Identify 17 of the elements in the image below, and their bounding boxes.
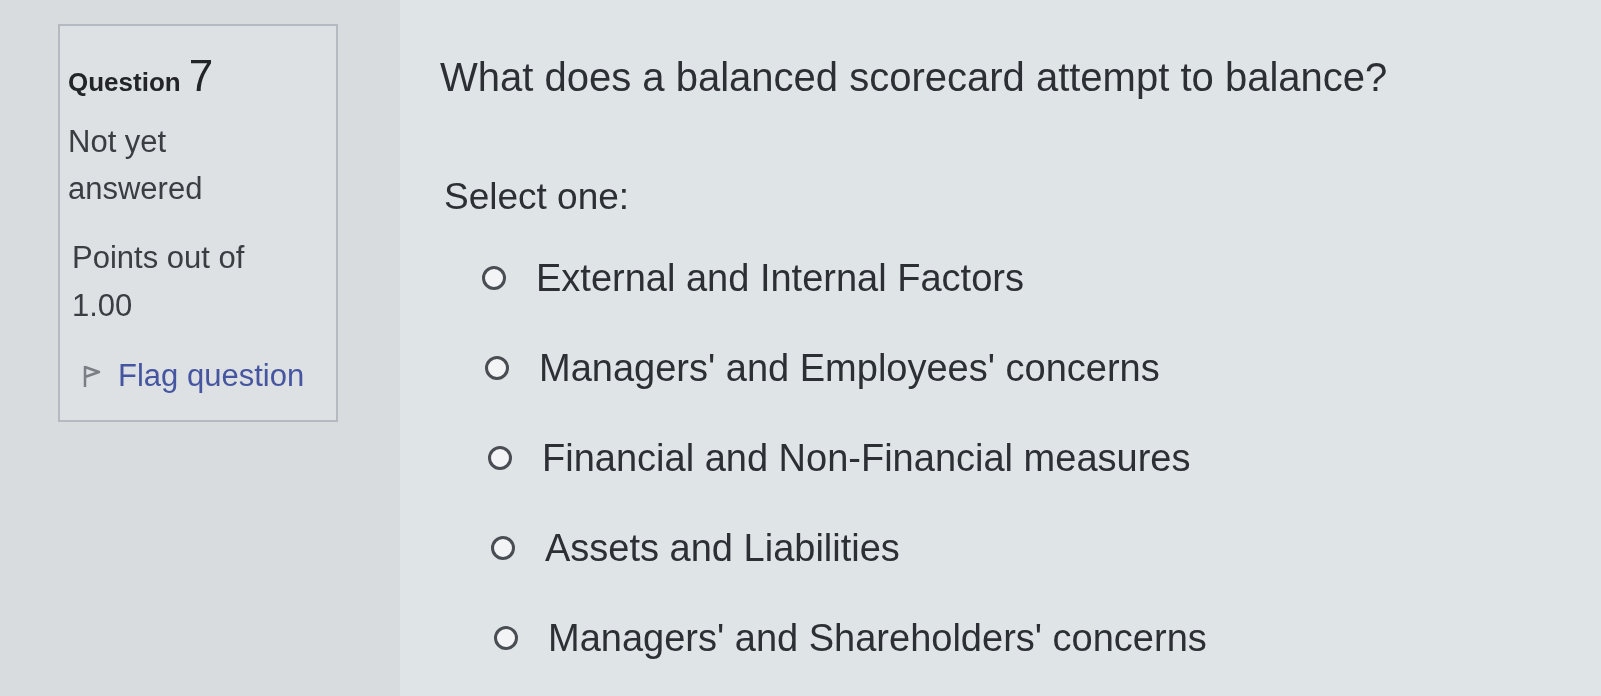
answer-option-label[interactable]: External and Internal Factors xyxy=(536,253,1024,303)
answer-option-label[interactable]: Financial and Non-Financial measures xyxy=(542,433,1191,483)
radio-button[interactable] xyxy=(482,266,506,290)
question-status: Not yet answered xyxy=(68,123,204,208)
radio-button[interactable] xyxy=(485,356,509,380)
answer-option-label[interactable]: Managers' and Employees' concerns xyxy=(539,343,1160,393)
flag-icon xyxy=(82,363,102,388)
answer-option-label[interactable]: Assets and Liabilities xyxy=(545,523,900,573)
radio-button[interactable] xyxy=(488,446,512,470)
points-text: Points out of 1.00 xyxy=(72,239,246,325)
question-text: What does a balanced scorecard attempt to balance? xyxy=(440,54,1388,101)
answer-option-label[interactable]: Managers' and Shareholders' concerns xyxy=(548,613,1207,663)
flag-question-link[interactable]: Flag question xyxy=(82,360,305,391)
radio-button[interactable] xyxy=(494,626,518,650)
question-number-heading: Question 7 xyxy=(68,54,214,98)
radio-button[interactable] xyxy=(491,536,515,560)
select-prompt: Select one: xyxy=(444,175,630,219)
